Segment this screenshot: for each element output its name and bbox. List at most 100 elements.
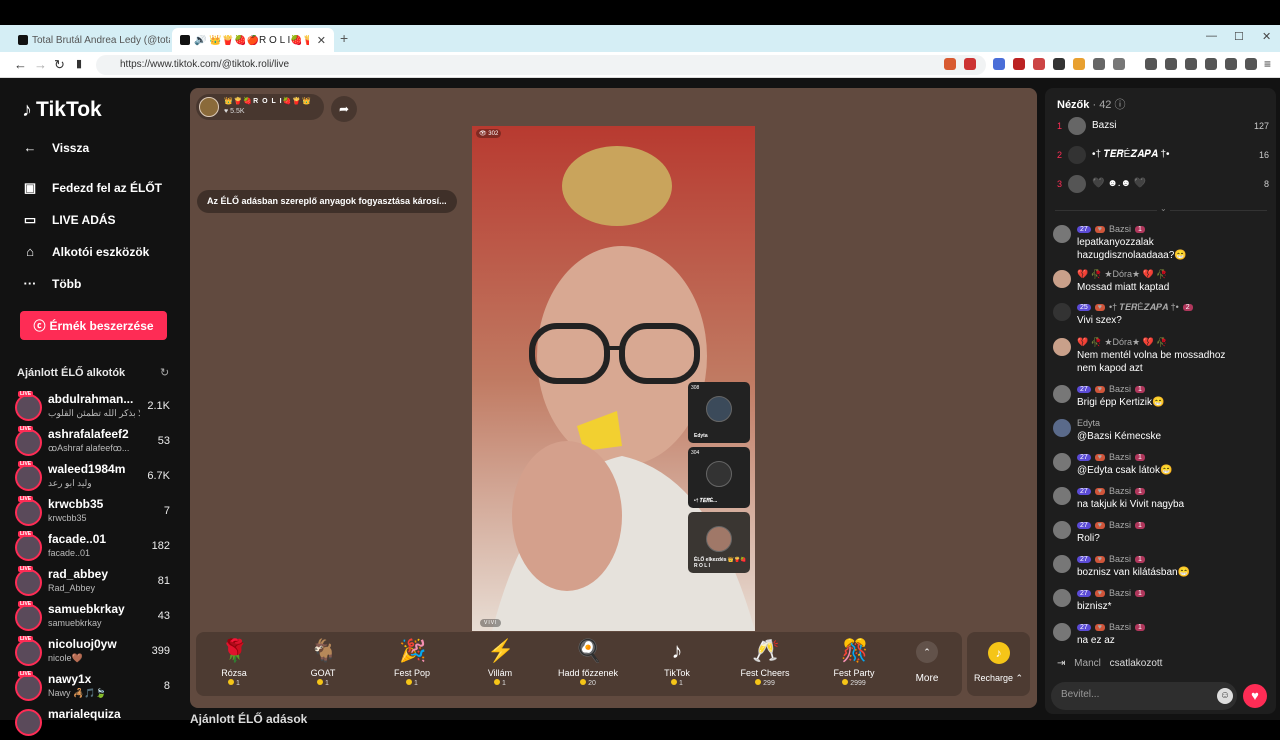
tv-icon: ▣ — [23, 180, 37, 195]
creator-subtitle: samuebkrkay — [48, 618, 102, 628]
close-tab-icon[interactable]: ✕ — [317, 34, 326, 47]
nav-label: Vissza — [52, 140, 90, 155]
viewer-count: 182 — [151, 540, 170, 552]
creator-item[interactable]: LIVE waleed1984m وليد ابو رعد 6.7K — [15, 461, 175, 495]
fan-badge: 1 — [1134, 385, 1145, 393]
chat-text: @Edyta csak látok😁 — [1077, 465, 1173, 476]
creator-item[interactable]: LIVE samuebkrkay samuebkrkay 43 — [15, 601, 175, 635]
puzzle-icon[interactable] — [1093, 58, 1105, 70]
host-info[interactable]: 👑🍟🍓R O L I🍓🍟👑 ♥ 5.5K — [196, 94, 324, 120]
creator-item[interactable]: LIVE abdulrahman... ألا بذكر الله تطمئن … — [15, 391, 175, 425]
gift-item[interactable]: 🌹 Rózsa 1 — [196, 638, 272, 694]
share-icon[interactable] — [1225, 58, 1237, 70]
content-warning[interactable]: Az ÉLŐ adásban szereplő anyagok fogyaszt… — [197, 190, 457, 213]
share-icon[interactable]: ➦ — [331, 96, 357, 122]
url-text: https://www.tiktok.com/@tiktok.roli/live — [120, 59, 290, 70]
nav-more[interactable]: ··· Több — [22, 276, 82, 291]
creator-item[interactable]: LIVE nawy1x Nawy 🦂🎵🍃 8 — [15, 671, 175, 705]
chat-message-header: 27 ♥ Bazsi 1 — [1077, 588, 1145, 598]
forward-button[interactable]: → — [34, 57, 47, 72]
download-icon[interactable] — [1145, 58, 1157, 70]
gift-badge-icon: ♥ — [1094, 385, 1105, 393]
gift-price-value: 1 — [325, 680, 329, 687]
chevron-down-icon[interactable]: ⌄ — [1157, 204, 1170, 213]
rewards-icon[interactable] — [964, 58, 976, 70]
new-tab-button[interactable]: + — [340, 30, 348, 46]
gift-price: 2999 — [816, 679, 892, 687]
gift-price: 299 — [727, 679, 803, 687]
back-button[interactable]: ← — [14, 57, 27, 72]
gift-item[interactable]: ♪ TikTok 1 — [639, 638, 715, 694]
top-viewer-row[interactable]: 3 🖤 ☻.☻ 🖤 8 — [1057, 174, 1269, 196]
browser-tab-active[interactable]: 🔊 👑🍟🍓🍎R O L I🍓🍟🍎 (@tik ✕ — [172, 28, 334, 52]
guest-tile[interactable]: 308 Edyta — [688, 382, 750, 443]
url-field[interactable]: https://www.tiktok.com/@tiktok.roli/live — [96, 55, 986, 75]
gift-item[interactable]: 🍳 Hadd főzzenek 20 — [550, 638, 626, 694]
more-gifts-button[interactable]: ⌃ More — [906, 641, 948, 684]
level-badge: 27 — [1077, 623, 1091, 631]
gift-price: 1 — [639, 679, 715, 687]
chat-text: Nem mentél volna be mossadhoz nem kapod … — [1077, 350, 1226, 374]
coin-icon — [671, 679, 678, 685]
brave-shield-icon[interactable] — [944, 58, 956, 70]
live-badge: LIVE — [18, 671, 34, 677]
sidebar-icon[interactable] — [1113, 58, 1125, 70]
translate-icon[interactable] — [993, 58, 1005, 70]
gift-item[interactable]: 🐐 GOAT 1 — [285, 638, 361, 694]
hls-extension-icon[interactable] — [1033, 58, 1045, 70]
top-viewer-row[interactable]: 2 •† 𝑻𝑬𝑹É𝒁𝑨𝑷𝑨 †• 16 — [1057, 145, 1269, 167]
vpn-extension-icon[interactable] — [1053, 58, 1065, 70]
refresh-icon[interactable]: ↻ — [160, 366, 169, 379]
minimize-button[interactable]: — — [1206, 30, 1217, 42]
more-label: More — [915, 673, 939, 684]
guest-tile[interactable]: 304 •† 𝑻𝑬𝑹É... — [688, 447, 750, 508]
gift-item[interactable]: 🎊 Fest Party 2999 — [816, 638, 892, 694]
tiktok-logo[interactable]: ♪ TikTok — [22, 98, 102, 122]
top-viewer-row[interactable]: 1 Bazsi 127 — [1057, 116, 1269, 138]
gift-item[interactable]: 🥂 Fest Cheers 299 — [727, 638, 803, 694]
emoji-icon[interactable]: ☺ — [1217, 688, 1233, 704]
chat-user: Bazsi — [1108, 452, 1131, 462]
creator-item[interactable]: marialequiza — [15, 706, 175, 740]
nav-explore-live[interactable]: ▣ Fedezd fel az ÉLŐT — [22, 180, 162, 196]
viewer-count: 2.1K — [147, 400, 170, 412]
browser-tab-inactive[interactable]: Total Brutál Andrea Ledy (@total — [10, 28, 170, 52]
nav-go-live[interactable]: ▭ LIVE ADÁS — [22, 212, 116, 228]
nav-back[interactable]: ← Vissza — [22, 140, 90, 155]
creator-item[interactable]: LIVE nicoluoj0yw nicole🤎 399 — [15, 636, 175, 670]
bookmark-icon[interactable]: ▮ — [76, 57, 82, 70]
recharge-button[interactable]: ♪ Recharge ⌃ — [967, 632, 1030, 696]
shield-icon[interactable] — [1245, 58, 1257, 70]
avatar — [1053, 623, 1071, 641]
gift-price-value: 20 — [588, 680, 596, 687]
extension-icon[interactable] — [1073, 58, 1085, 70]
chat-user: 💔 🥀 ★Dóra★ 💔 🥀 — [1077, 337, 1168, 347]
gift-name: Fest Cheers — [740, 668, 790, 678]
chat-input[interactable] — [1061, 689, 1201, 700]
avatar — [1053, 521, 1071, 539]
panel-icon[interactable] — [1185, 58, 1197, 70]
wallet-icon[interactable] — [1205, 58, 1217, 70]
creator-item[interactable]: LIVE facade..01 facade..01 182 — [15, 531, 175, 565]
creator-item[interactable]: LIVE rad_abbey Rad_Abbey 81 — [15, 566, 175, 600]
viewers-header[interactable]: Nézők · 42 ⓘ — [1057, 96, 1126, 112]
creator-subtitle: ألا بذكر الله تطمئن القلوب — [48, 408, 140, 418]
guest-tile[interactable]: ÉLŐ elkezdés 👑🍟🍓R O L I — [688, 512, 750, 573]
get-coins-button[interactable]: ⓒ Érmék beszerzése — [20, 311, 167, 340]
menu-icon[interactable]: ≡ — [1264, 57, 1271, 71]
maximize-button[interactable]: ☐ — [1234, 30, 1244, 43]
nav-creator-tools[interactable]: ⌂ Alkotói eszközök — [22, 244, 149, 259]
gift-item[interactable]: 🎉 Fest Pop 1 — [374, 638, 450, 694]
extension-icon[interactable] — [1013, 58, 1025, 70]
level-badge: 27 — [1077, 453, 1091, 461]
music-icon[interactable] — [1165, 58, 1177, 70]
gift-item[interactable]: ⚡ Villám 1 — [462, 638, 538, 694]
coin-icon — [494, 679, 501, 685]
creator-item[interactable]: LIVE krwcbb35 krwcbb35 7 — [15, 496, 175, 530]
creator-item[interactable]: LIVE ashrafalafeef2 ꝏAshraf alafeefꝏ... … — [15, 426, 175, 460]
info-icon[interactable]: ⓘ — [1115, 99, 1126, 111]
reload-button[interactable]: ↻ — [54, 57, 65, 73]
like-heart-button[interactable]: ♥ — [1243, 684, 1267, 708]
close-window-button[interactable]: ✕ — [1262, 30, 1271, 43]
viewer-score: 127 — [1253, 121, 1269, 131]
